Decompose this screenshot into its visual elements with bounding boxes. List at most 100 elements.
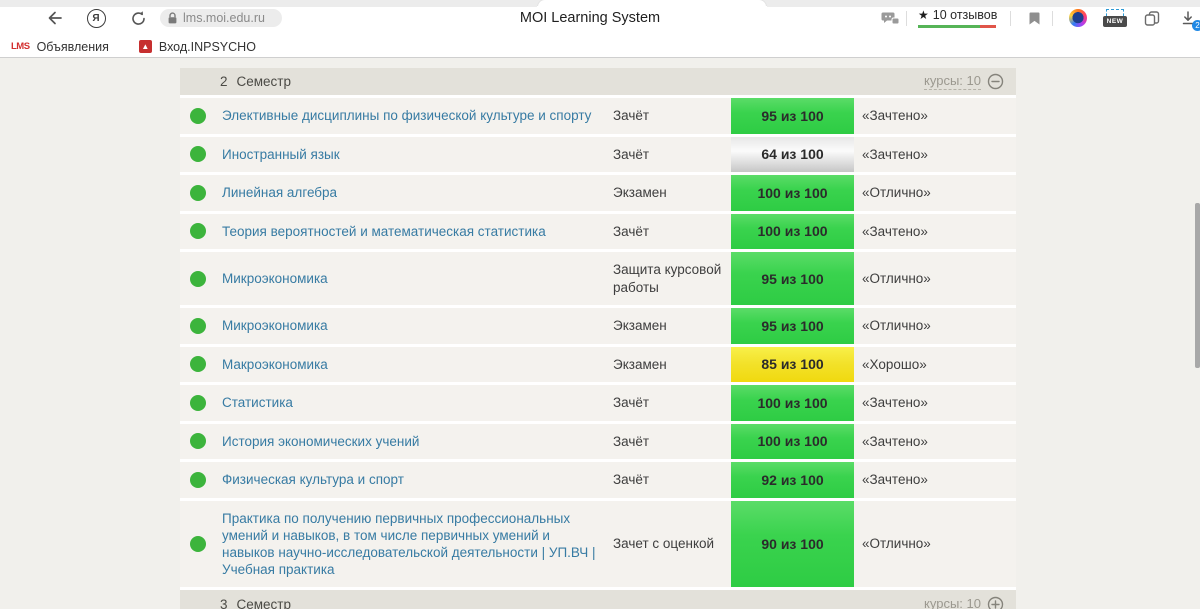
- control-type: Зачет с оценкой: [613, 535, 731, 553]
- course-link[interactable]: История экономических учений: [180, 433, 613, 450]
- grade-text: «Зачтено»: [854, 472, 1016, 487]
- chat-bubbles-icon: [881, 10, 900, 27]
- table-row: Микроэкономика Экзамен 95 из 100 «Отличн…: [180, 308, 1016, 347]
- bookmark-item-lms[interactable]: LMS Объявления: [11, 40, 109, 54]
- course-rows: Элективные дисциплины по физической куль…: [180, 98, 1016, 590]
- yandex-logo-icon: Я: [87, 9, 106, 28]
- vertical-scrollbar-thumb[interactable]: [1195, 203, 1200, 368]
- address-bar[interactable]: lms.moi.edu.ru: [160, 9, 282, 27]
- control-type: Зачёт: [613, 146, 731, 164]
- bookmark-label: Вход.INPSYCHO: [159, 40, 256, 54]
- semester-label: Семестр: [237, 597, 292, 609]
- bookmarks-bar: LMS Объявления ▲ Вход.INPSYCHO: [0, 36, 1200, 58]
- course-link[interactable]: Статистика: [180, 394, 613, 411]
- grade-text: «Отлично»: [854, 318, 1016, 333]
- refresh-icon: [130, 10, 147, 27]
- course-link[interactable]: Теория вероятностей и математическая ста…: [180, 223, 613, 240]
- lms-favicon: LMS: [11, 41, 30, 52]
- bookmark-item-inpsycho[interactable]: ▲ Вход.INPSYCHO: [139, 40, 256, 54]
- back-button[interactable]: [45, 8, 65, 28]
- score-cell: 85 из 100: [731, 347, 854, 383]
- semester-number: 3: [220, 597, 228, 609]
- course-link[interactable]: Микроэкономика: [180, 317, 613, 334]
- url-text: lms.moi.edu.ru: [183, 11, 265, 25]
- grade-text: «Зачтено»: [854, 108, 1016, 123]
- pyramid-favicon: ▲: [139, 40, 152, 53]
- course-status-icon: [190, 395, 206, 411]
- toolbar-separator: [906, 11, 907, 26]
- feedback-button[interactable]: [880, 8, 900, 28]
- grade-text: «Зачтено»: [854, 395, 1016, 410]
- control-type: Экзамен: [613, 317, 731, 335]
- table-row: Физическая культура и спорт Зачёт 92 из …: [180, 462, 1016, 501]
- downloads-button[interactable]: 2: [1178, 8, 1198, 28]
- course-status-icon: [190, 223, 206, 239]
- table-row: Микроэкономика Защита курсовой работы 95…: [180, 252, 1016, 308]
- table-row: Линейная алгебра Экзамен 100 из 100 «Отл…: [180, 175, 1016, 214]
- semester-2-collapse-control[interactable]: курсы: 10: [924, 73, 1004, 90]
- capture-frame-icon: [1106, 9, 1124, 16]
- course-status-icon: [190, 433, 206, 449]
- grade-text: «Зачтено»: [854, 147, 1016, 162]
- course-status-icon: [190, 472, 206, 488]
- semester-3-expand-control[interactable]: курсы: 10: [924, 596, 1004, 609]
- course-status-icon: [190, 271, 206, 287]
- copy-pages-icon: [1143, 10, 1161, 27]
- control-type: Зачёт: [613, 394, 731, 412]
- extension-tabs-button[interactable]: [1142, 8, 1162, 28]
- back-arrow-icon: [46, 9, 64, 27]
- bookmark-button[interactable]: [1024, 8, 1044, 28]
- course-link[interactable]: Иностранный язык: [180, 146, 613, 163]
- score-cell: 95 из 100: [731, 98, 854, 134]
- extension-browser-button[interactable]: [1068, 8, 1088, 28]
- reviews-count-label: 10 отзывов: [933, 8, 998, 22]
- reviews-widget[interactable]: ★ 10 отзывов: [918, 8, 997, 28]
- course-link[interactable]: Линейная алгебра: [180, 184, 613, 201]
- grade-text: «Хорошо»: [854, 357, 1016, 372]
- lms-page: 2 Семестр курсы: 10 Элективные дисциплин…: [0, 59, 1200, 609]
- reviews-rating-bar: [918, 25, 997, 28]
- grade-text: «Отлично»: [854, 185, 1016, 200]
- lock-icon: [167, 12, 178, 25]
- toolbar-separator: [1010, 11, 1011, 26]
- refresh-button[interactable]: [128, 8, 148, 28]
- course-link[interactable]: Макроэкономика: [180, 356, 613, 373]
- yandex-home-button[interactable]: Я: [86, 8, 106, 28]
- course-status-icon: [190, 318, 206, 334]
- courses-count-link[interactable]: курсы: 10: [924, 73, 981, 90]
- course-link[interactable]: Практика по получению первичных професси…: [180, 510, 613, 578]
- semester-3-header: 3 Семестр курсы: 10: [180, 590, 1016, 609]
- course-link[interactable]: Физическая культура и спорт: [180, 471, 613, 488]
- score-cell: 95 из 100: [731, 252, 854, 305]
- new-badge: NEW: [1103, 16, 1127, 27]
- browser-toolbar: Я lms.moi.edu.ru MOI Learning System ★ 1…: [0, 0, 1200, 36]
- courses-count-link[interactable]: курсы: 10: [924, 596, 981, 609]
- tab-strip: [0, 0, 1200, 7]
- control-type: Экзамен: [613, 356, 731, 374]
- control-type: Защита курсовой работы: [613, 261, 731, 296]
- table-row: Элективные дисциплины по физической куль…: [180, 98, 1016, 137]
- expand-plus-icon[interactable]: [987, 596, 1004, 609]
- table-row: Макроэкономика Экзамен 85 из 100 «Хорошо…: [180, 347, 1016, 386]
- semester-label: Семестр: [237, 74, 292, 89]
- page-title: MOI Learning System: [420, 10, 760, 26]
- collapse-minus-icon[interactable]: [987, 73, 1004, 90]
- table-row: Статистика Зачёт 100 из 100 «Зачтено»: [180, 385, 1016, 424]
- control-type: Зачёт: [613, 433, 731, 451]
- control-type: Зачёт: [613, 107, 731, 125]
- active-tab[interactable]: [538, 0, 766, 7]
- extension-screenshot-button[interactable]: NEW: [1103, 5, 1127, 31]
- semester-number: 2: [220, 74, 228, 89]
- score-cell: 100 из 100: [731, 175, 854, 211]
- table-row: Теория вероятностей и математическая ста…: [180, 214, 1016, 253]
- course-status-icon: [190, 108, 206, 124]
- course-status-icon: [190, 185, 206, 201]
- score-cell: 100 из 100: [731, 424, 854, 460]
- grade-text: «Зачтено»: [854, 224, 1016, 239]
- course-link[interactable]: Элективные дисциплины по физической куль…: [180, 107, 613, 124]
- grade-text: «Отлично»: [854, 536, 1016, 551]
- star-icon: ★: [918, 8, 929, 22]
- score-cell: 92 из 100: [731, 462, 854, 498]
- course-link[interactable]: Микроэкономика: [180, 270, 613, 287]
- control-type: Экзамен: [613, 184, 731, 202]
